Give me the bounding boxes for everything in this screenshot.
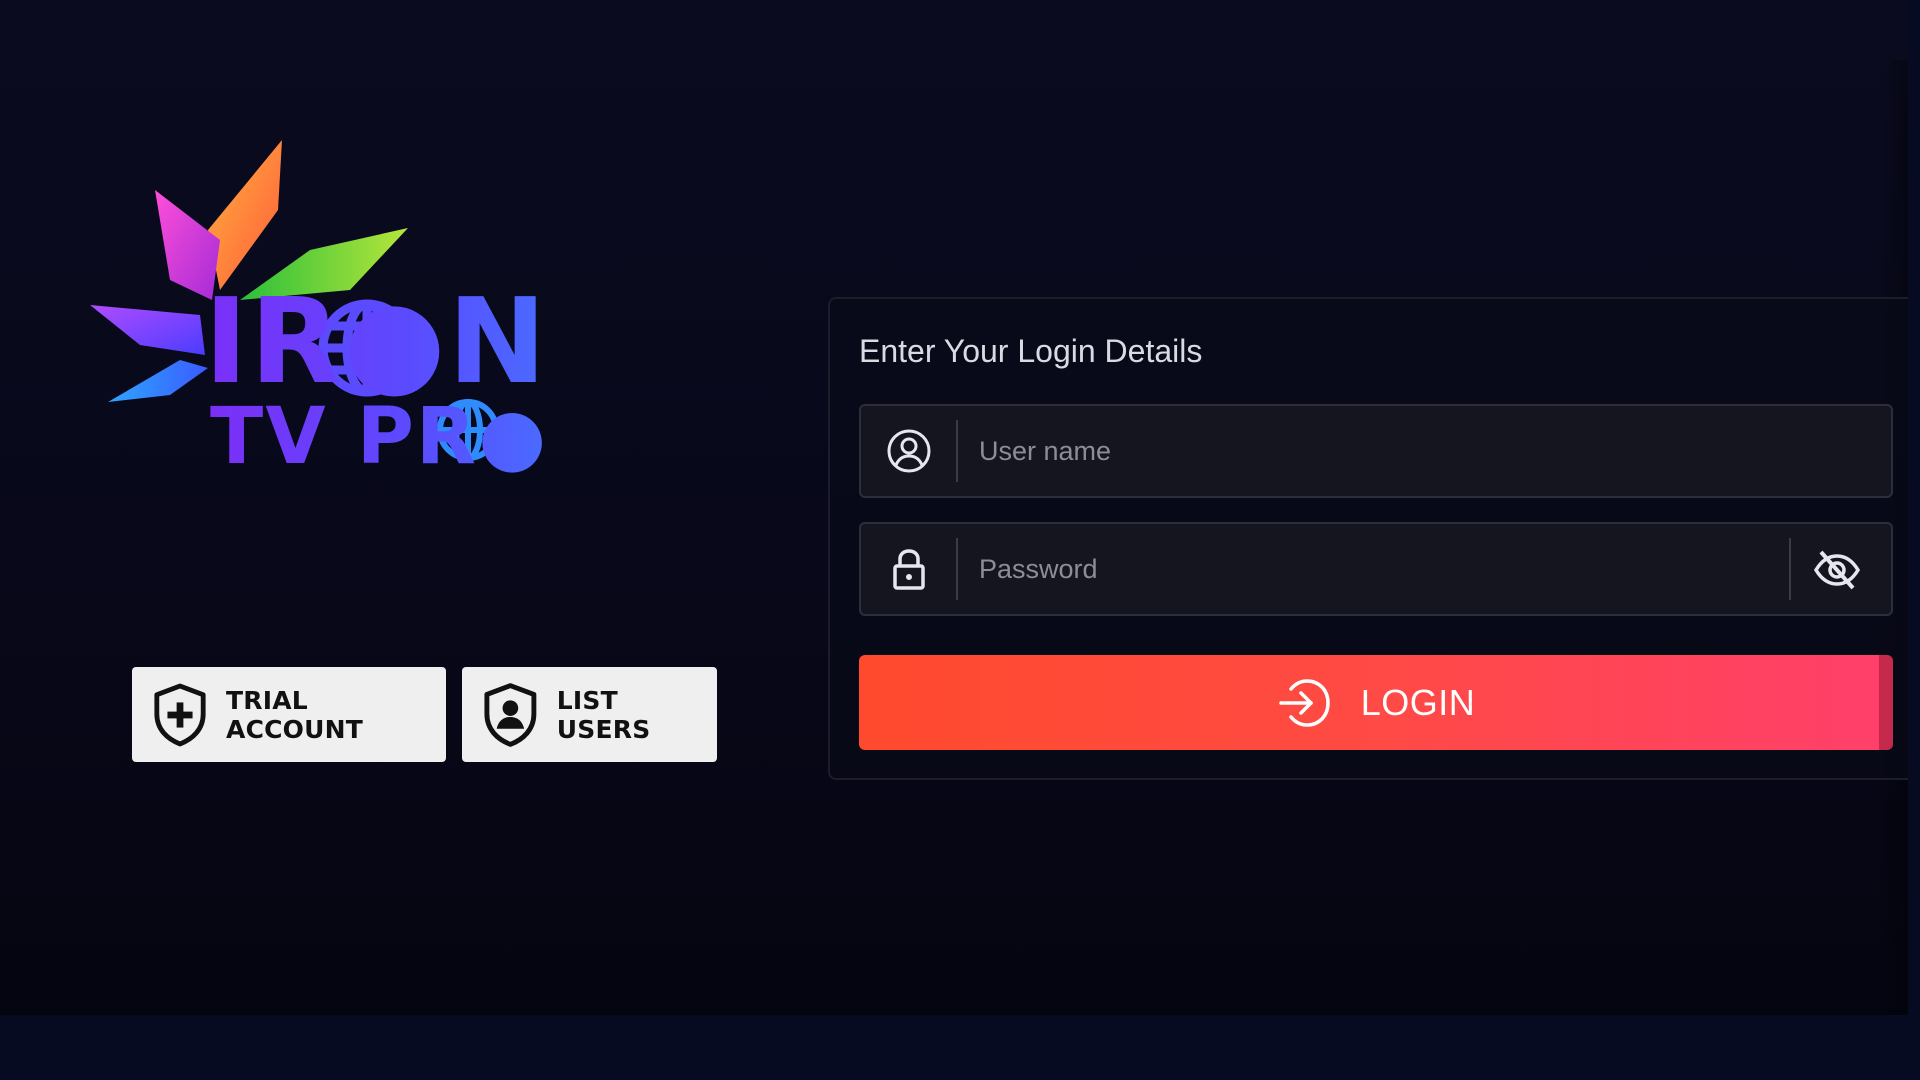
bottom-band (0, 1015, 1920, 1080)
password-toggle-divider (1789, 538, 1791, 600)
login-button-edge (1879, 655, 1893, 750)
username-input[interactable] (979, 406, 1779, 496)
eye-off-icon[interactable] (1813, 548, 1861, 592)
trial-account-button[interactable]: TRIAL ACCOUNT (132, 667, 446, 762)
list-users-button[interactable]: LIST USERS (462, 667, 717, 762)
list-users-label: LIST USERS (556, 685, 651, 744)
username-divider (956, 420, 958, 482)
password-field (859, 522, 1893, 616)
logo-wordmark-iron: IR●N (204, 272, 549, 410)
shield-user-icon (482, 682, 539, 748)
shield-plus-icon (152, 682, 208, 748)
user-circle-icon (885, 427, 933, 475)
trial-account-label: TRIAL ACCOUNT (226, 685, 363, 744)
login-arrow-icon (1277, 675, 1333, 731)
login-button[interactable]: LOGIN (859, 655, 1893, 750)
username-field (859, 404, 1893, 498)
login-title: Enter Your Login Details (859, 333, 1203, 369)
logo-wordmark-tvpro: TV PR● (210, 392, 549, 482)
lock-icon (885, 545, 933, 593)
password-divider (956, 538, 958, 600)
login-button-label: LOGIN (1360, 681, 1476, 723)
password-input[interactable] (979, 524, 1779, 614)
